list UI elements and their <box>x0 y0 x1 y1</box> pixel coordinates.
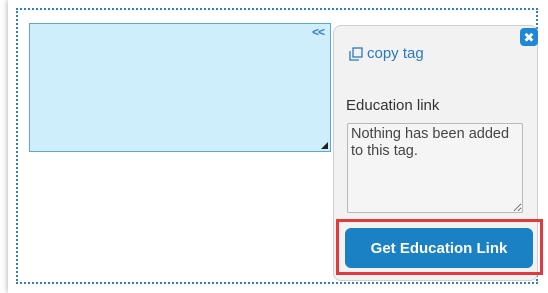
education-link-field[interactable]: Nothing has been added to this tag. <box>347 123 523 213</box>
tag-region[interactable]: << <box>29 23 331 152</box>
close-icon[interactable]: ✖ <box>520 28 538 46</box>
copy-icon <box>349 46 363 61</box>
copy-tag-link[interactable]: copy tag <box>349 45 424 62</box>
collapse-panel-button[interactable]: << <box>312 25 325 39</box>
education-link-label: Education link <box>346 97 440 114</box>
close-icon-glyph: ✖ <box>523 29 535 45</box>
resize-handle-icon[interactable] <box>321 142 328 149</box>
copy-tag-label: copy tag <box>367 45 424 62</box>
get-education-link-button[interactable]: Get Education Link <box>345 228 533 268</box>
